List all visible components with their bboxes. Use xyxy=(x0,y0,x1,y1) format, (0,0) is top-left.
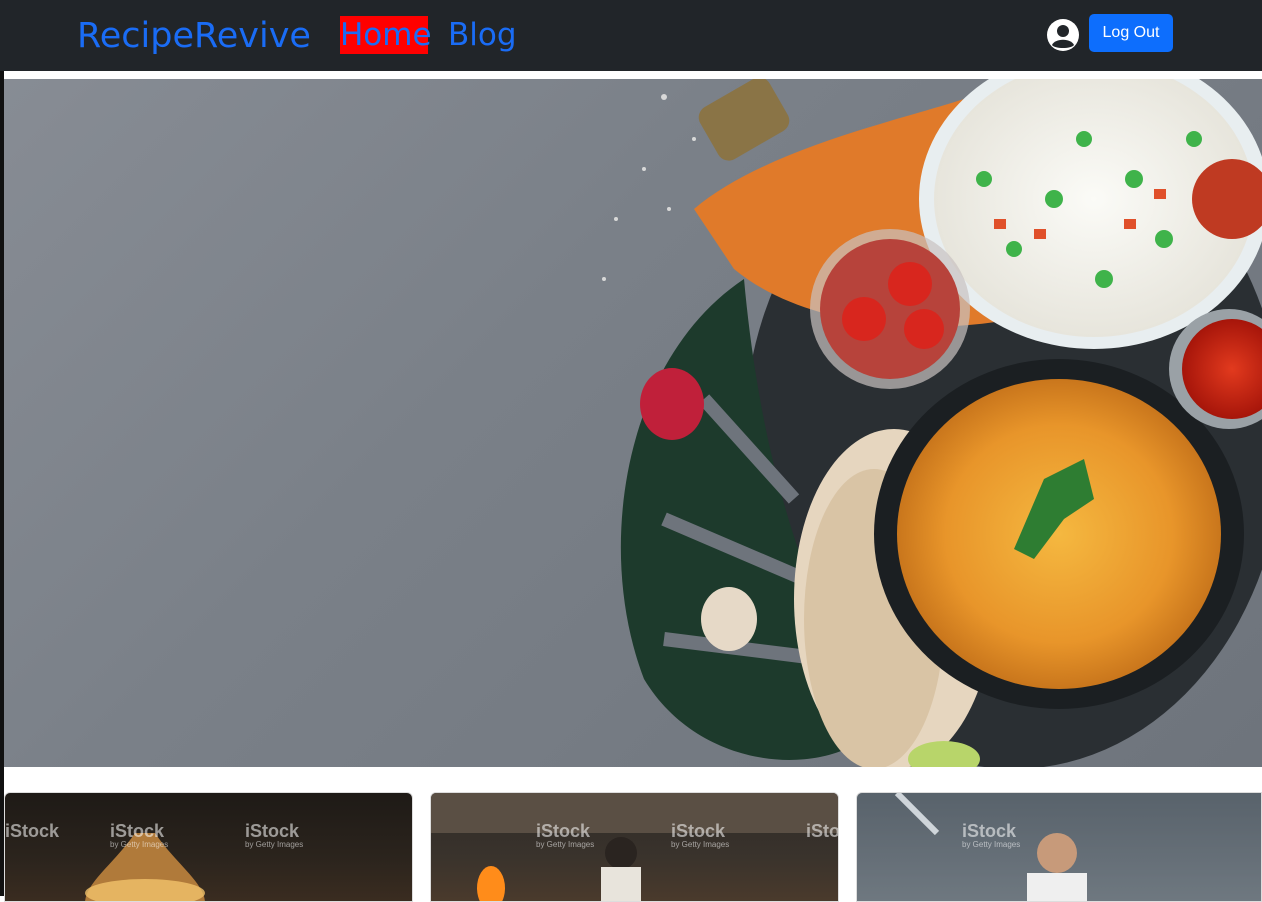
navbar-divider xyxy=(4,71,1262,79)
card-1-watermark-c: iStock by Getty Images xyxy=(245,821,304,849)
card-3-image xyxy=(857,793,1261,901)
hero-food-illustration xyxy=(602,79,1262,767)
logout-button[interactable]: Log Out xyxy=(1089,14,1173,52)
card-1-watermark-b: iStock by Getty Images xyxy=(110,821,169,849)
recipe-card-3[interactable]: iStock by Getty Images xyxy=(856,792,1262,902)
card-3-watermark-a: iStock by Getty Images xyxy=(962,821,1021,849)
hero-food-image xyxy=(4,79,1262,767)
card-2-watermark-c: iStock xyxy=(806,821,839,841)
recipe-card-1[interactable]: iStock iStock by Getty Images iStock by Ge… xyxy=(4,792,413,902)
top-navbar: RecipeRevive Home Blog Log Out xyxy=(0,0,1262,71)
card-2-watermark-a: iStock by Getty Images xyxy=(536,821,595,849)
nav-link-home[interactable]: Home xyxy=(340,16,432,54)
card-1-image xyxy=(85,833,205,901)
nav-link-blog[interactable]: Blog xyxy=(448,16,517,54)
recipe-card-2[interactable]: iStock by Getty Images iStock by Getty Ima… xyxy=(430,792,839,902)
card-2-watermark-b: iStock by Getty Images xyxy=(671,821,730,849)
card-1-watermark-a: iStock xyxy=(5,821,60,841)
user-circle-icon[interactable] xyxy=(1047,19,1079,51)
brand-logo-link[interactable]: RecipeRevive xyxy=(77,12,311,60)
card-2-image xyxy=(431,793,838,901)
